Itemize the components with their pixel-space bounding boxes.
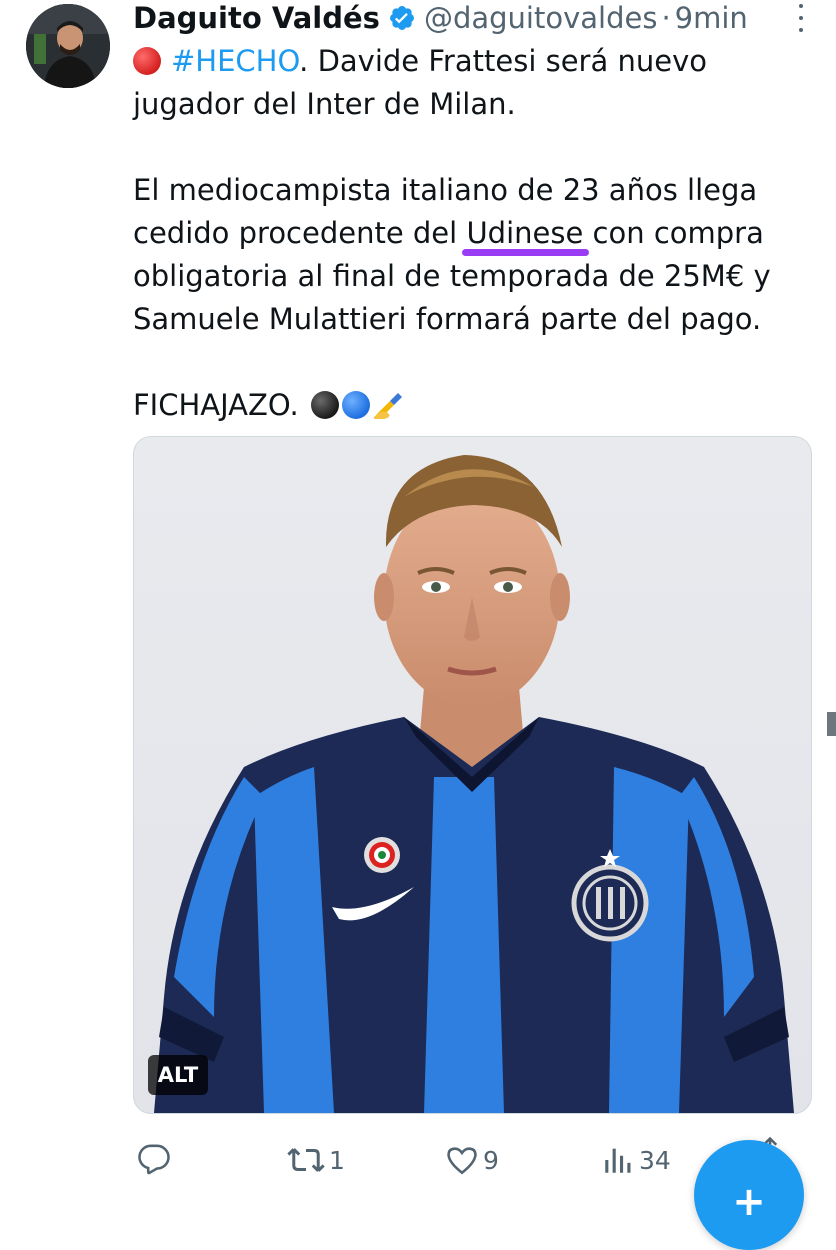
reply-icon (137, 1143, 171, 1177)
tweet-paragraph-3: FICHAJAZO. (133, 384, 793, 431)
paragraph-3-text: FICHAJAZO. (133, 388, 299, 422)
black-circle-emoji (310, 391, 339, 419)
timestamp[interactable]: 9min (675, 1, 748, 35)
more-vertical-icon[interactable] (796, 4, 806, 32)
writing-hand-emoji (372, 388, 404, 431)
tweet-header: Daguito Valdés @daguitovaldes · 9min (133, 0, 796, 36)
author-name[interactable]: Daguito Valdés (133, 1, 380, 35)
scrollbar-thumb[interactable] (827, 712, 836, 736)
like-button[interactable]: 9 (441, 1143, 499, 1177)
tweet-paragraph-2: El mediocampista italiano de 23 años lle… (133, 169, 793, 341)
blue-circle-emoji (341, 391, 370, 419)
retweet-icon (287, 1143, 325, 1177)
compose-button[interactable]: + (694, 1140, 804, 1250)
reply-button[interactable] (133, 1143, 175, 1177)
red-circle-emoji (133, 47, 161, 75)
retweet-count: 1 (329, 1145, 345, 1175)
alt-text-badge[interactable]: ALT (148, 1055, 208, 1095)
avatar[interactable] (26, 4, 110, 88)
tweet-action-bar: 1 9 34 (133, 1138, 693, 1182)
views-count: 34 (639, 1145, 671, 1175)
player-photo (154, 455, 794, 1113)
views-chart-icon (601, 1143, 635, 1177)
separator-dot: · (661, 1, 671, 35)
avatar-image (26, 4, 110, 88)
views-button[interactable]: 34 (597, 1143, 671, 1177)
tweet-text: #HECHO. Davide Frattesi será nuevo jugad… (133, 40, 793, 431)
tweet-line-1: #HECHO. Davide Frattesi será nuevo jugad… (133, 40, 793, 126)
verified-badge-icon (388, 4, 416, 32)
hashtag-link[interactable]: #HECHO (171, 44, 299, 78)
heart-icon (445, 1143, 479, 1177)
plus-icon: + (732, 1179, 766, 1225)
highlighted-word: Udinese (462, 212, 590, 256)
tweet-media-image[interactable]: ALT (133, 436, 812, 1114)
like-count: 9 (483, 1145, 499, 1175)
retweet-button[interactable]: 1 (283, 1143, 345, 1177)
author-handle[interactable]: @daguitovaldes (424, 1, 658, 35)
